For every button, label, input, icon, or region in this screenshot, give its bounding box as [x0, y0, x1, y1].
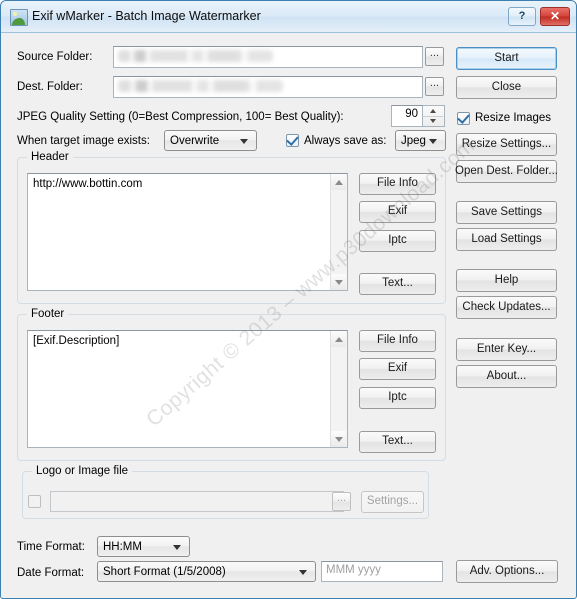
dest-folder-input[interactable]: [113, 76, 423, 98]
chevron-down-icon: [299, 569, 307, 575]
chevron-down-icon: [429, 138, 437, 144]
help-titlebar-button[interactable]: ?: [508, 7, 536, 26]
always-save-as-label: Always save as:: [304, 135, 387, 147]
close-button[interactable]: Close: [456, 76, 557, 99]
jpeg-quality-spinner[interactable]: [423, 105, 445, 127]
header-text-area[interactable]: http://www.bottin.com: [27, 173, 348, 291]
application-window: Exif wMarker - Batch Image Watermarker ?…: [0, 0, 577, 599]
logo-enable-checkbox[interactable]: [28, 495, 41, 508]
header-text-button[interactable]: Text...: [359, 273, 436, 295]
date-format-value: Short Format (1/5/2008): [103, 565, 226, 578]
footer-file-info-button[interactable]: File Info: [359, 330, 436, 352]
time-format-label: Time Format:: [17, 541, 85, 553]
about-button[interactable]: About...: [456, 365, 557, 388]
check-updates-button[interactable]: Check Updates...: [456, 296, 557, 319]
custom-date-format-placeholder: MMM yyyy: [326, 564, 381, 576]
footer-text-button[interactable]: Text...: [359, 431, 436, 453]
close-window-button[interactable]: ✕: [540, 7, 570, 26]
source-folder-label: Source Folder:: [17, 51, 93, 63]
date-format-label: Date Format:: [17, 567, 85, 579]
target-exists-dropdown[interactable]: Overwrite: [164, 130, 257, 151]
header-iptc-button[interactable]: Iptc: [359, 230, 436, 252]
footer-text-area[interactable]: [Exif.Description]: [27, 330, 348, 448]
open-dest-folder-button[interactable]: Open Dest. Folder...: [455, 160, 558, 183]
footer-scrollbar[interactable]: [330, 331, 347, 447]
footer-group-title: Footer: [27, 308, 69, 320]
logo-path-input[interactable]: [50, 491, 344, 512]
header-file-info-button[interactable]: File Info: [359, 173, 436, 195]
footer-exif-button[interactable]: Exif: [359, 358, 436, 380]
chevron-down-icon: [173, 544, 181, 550]
window-title: Exif wMarker - Batch Image Watermarker: [32, 9, 261, 23]
help-button[interactable]: Help: [456, 269, 557, 292]
target-exists-label: When target image exists:: [17, 135, 150, 147]
scroll-up-icon[interactable]: [331, 174, 346, 190]
logo-settings-button[interactable]: Settings...: [361, 491, 424, 513]
jpeg-quality-input[interactable]: 90: [391, 105, 423, 127]
resize-settings-button[interactable]: Resize Settings...: [456, 133, 557, 156]
resize-images-label: Resize Images: [475, 112, 552, 124]
footer-text-value: [Exif.Description]: [33, 335, 120, 347]
check-icon: [286, 133, 299, 146]
source-folder-browse-button[interactable]: ...: [425, 47, 444, 66]
scroll-down-icon[interactable]: [331, 431, 346, 447]
time-format-value: HH:MM: [103, 540, 142, 553]
start-button[interactable]: Start: [456, 47, 557, 70]
custom-date-format-input[interactable]: MMM yyyy: [321, 561, 443, 582]
scroll-up-icon[interactable]: [331, 331, 346, 347]
jpeg-quality-label: JPEG Quality Setting (0=Best Compression…: [17, 111, 344, 123]
logo-browse-button[interactable]: ...: [332, 492, 351, 511]
always-save-as-checkbox[interactable]: [286, 133, 299, 147]
adv-options-button[interactable]: Adv. Options...: [456, 560, 558, 583]
resize-images-checkbox[interactable]: [457, 111, 470, 125]
header-scrollbar[interactable]: [330, 174, 347, 290]
chevron-down-icon: [240, 138, 248, 144]
scroll-down-icon[interactable]: [331, 274, 346, 290]
date-format-dropdown[interactable]: Short Format (1/5/2008): [97, 561, 316, 582]
target-exists-value: Overwrite: [170, 134, 220, 147]
source-folder-input[interactable]: [113, 46, 423, 68]
save-settings-button[interactable]: Save Settings: [456, 201, 557, 224]
save-format-dropdown[interactable]: Jpeg: [395, 130, 446, 151]
header-exif-button[interactable]: Exif: [359, 201, 436, 223]
logo-group-title: Logo or Image file: [32, 465, 133, 477]
load-settings-button[interactable]: Load Settings: [456, 228, 557, 251]
dest-folder-browse-button[interactable]: ...: [425, 77, 444, 96]
enter-key-button[interactable]: Enter Key...: [456, 338, 557, 361]
dest-folder-label: Dest. Folder:: [17, 81, 83, 93]
time-format-dropdown[interactable]: HH:MM: [97, 536, 190, 557]
header-group-title: Header: [27, 151, 73, 163]
footer-iptc-button[interactable]: Iptc: [359, 387, 436, 409]
title-bar: Exif wMarker - Batch Image Watermarker ?…: [1, 1, 576, 33]
check-icon: [457, 111, 470, 124]
save-format-value: Jpeg: [401, 134, 426, 147]
spinner-down-icon[interactable]: [423, 116, 443, 126]
header-text-value: http://www.bottin.com: [33, 178, 143, 190]
image-picture-icon: [10, 9, 28, 26]
